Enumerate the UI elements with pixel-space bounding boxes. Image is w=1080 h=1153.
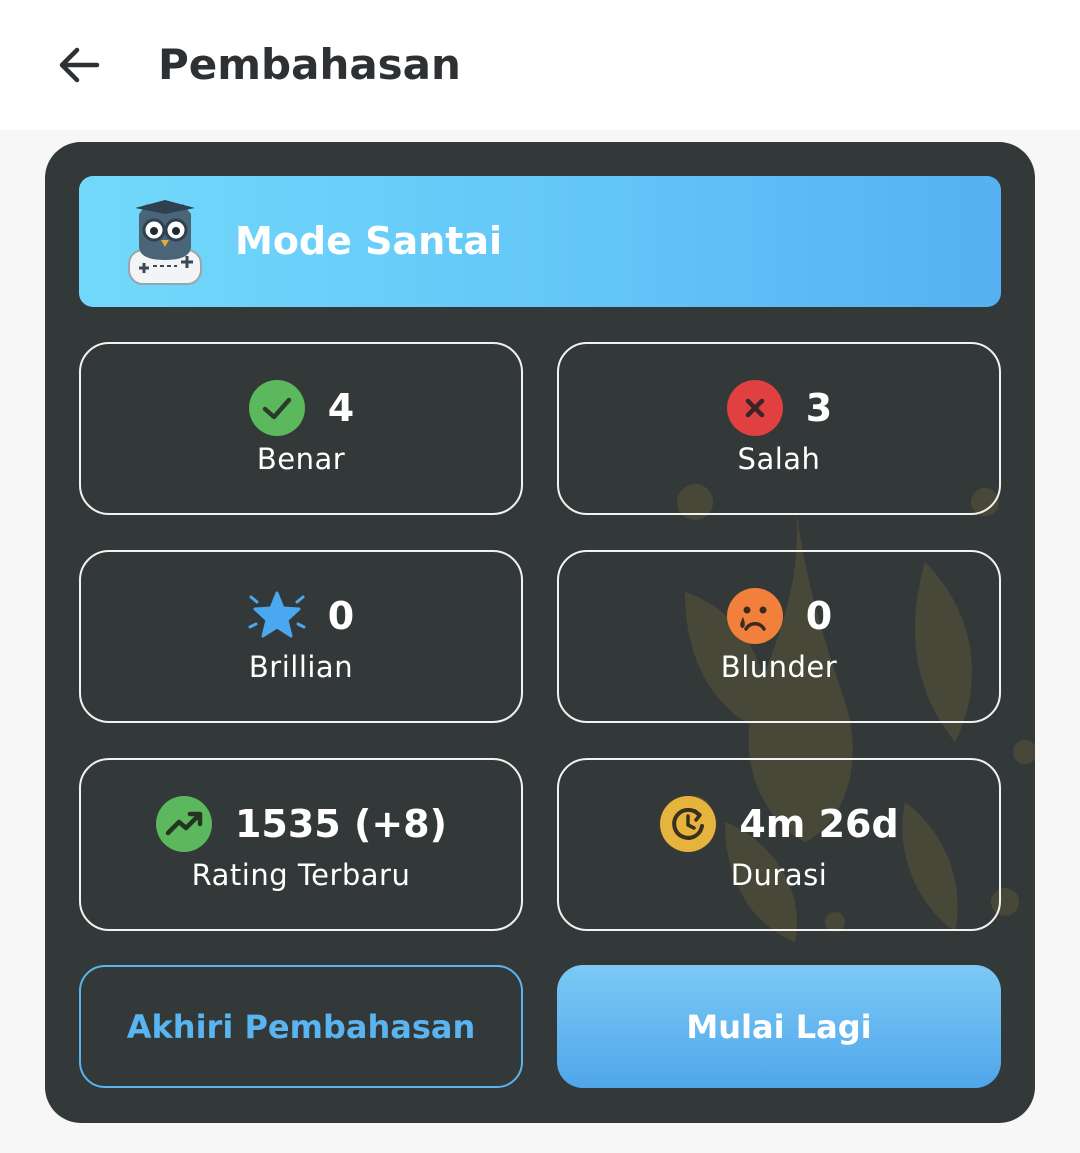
back-button[interactable] xyxy=(50,36,108,94)
sad-face-icon xyxy=(726,588,783,644)
top-app-bar: Pembahasan xyxy=(0,0,1080,130)
stat-brilliant: 0 Brillian xyxy=(79,550,523,723)
stat-blunder: 0 Blunder xyxy=(557,550,1001,723)
end-review-button[interactable]: Akhiri Pembahasan xyxy=(79,965,523,1088)
stat-correct: 4 Benar xyxy=(79,342,523,515)
clock-icon xyxy=(660,796,717,852)
stat-value: 4m 26d xyxy=(739,802,899,846)
x-circle-icon xyxy=(726,380,783,436)
stat-label: Blunder xyxy=(720,650,838,684)
stat-label: Rating Terbaru xyxy=(191,858,411,892)
stat-value: 4 xyxy=(327,386,355,430)
stat-duration: 4m 26d Durasi xyxy=(557,758,1001,931)
trending-up-icon xyxy=(155,796,212,852)
stat-wrong: 3 Salah xyxy=(557,342,1001,515)
stat-label: Benar xyxy=(256,442,346,476)
star-icon xyxy=(248,591,306,638)
stat-value: 0 xyxy=(805,594,833,638)
stat-value: 3 xyxy=(805,386,833,430)
owl-mascot-icon xyxy=(128,200,202,285)
stat-value: 1535 (+8) xyxy=(234,802,447,846)
mode-label: Mode Santai xyxy=(235,219,503,263)
back-arrow-icon xyxy=(59,47,100,83)
stat-label: Salah xyxy=(737,442,821,476)
stat-rating: 1535 (+8) Rating Terbaru xyxy=(79,758,523,931)
restart-button[interactable]: Mulai Lagi xyxy=(557,965,1001,1088)
mode-banner: Mode Santai xyxy=(79,176,1001,307)
page-title: Pembahasan xyxy=(158,40,461,89)
stat-label: Durasi xyxy=(730,858,828,892)
stat-label: Brillian xyxy=(248,650,354,684)
result-card: Mode Santai 4 Benar 3 Salah 0 Brillian 0… xyxy=(45,142,1035,1123)
check-circle-icon xyxy=(248,380,305,436)
stat-value: 0 xyxy=(327,594,355,638)
